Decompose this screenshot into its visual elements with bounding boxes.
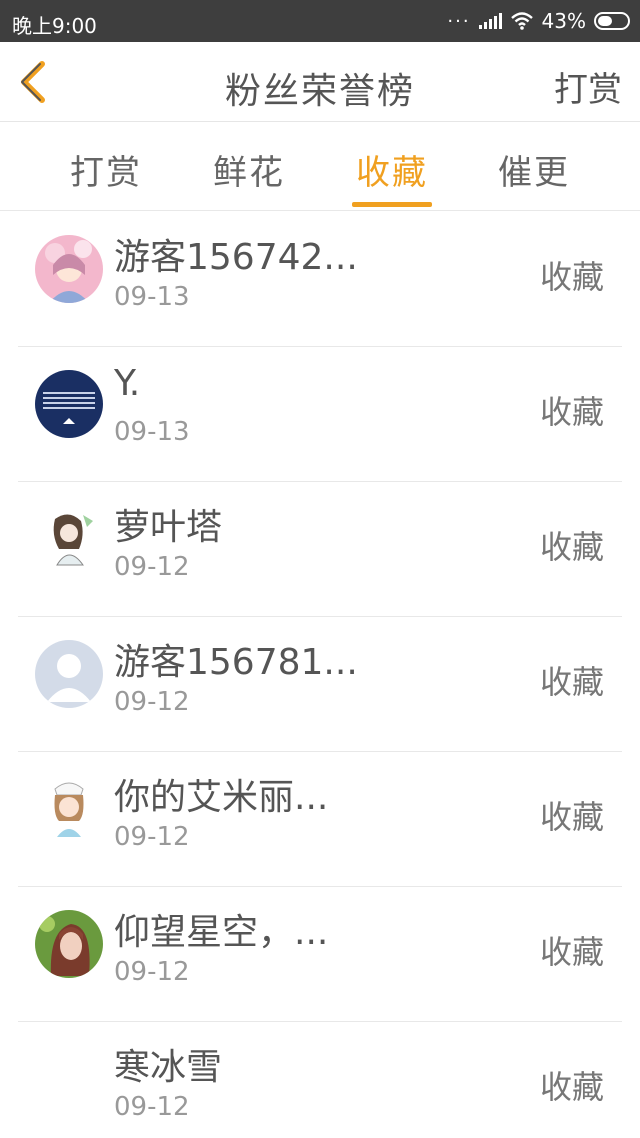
avatar: [35, 505, 103, 573]
battery-percent: 43%: [541, 9, 586, 33]
fan-date: 09-13: [114, 417, 190, 447]
row-action-label: 收藏: [539, 393, 604, 431]
fan-name: 仰望星空，...: [114, 912, 329, 953]
avatar: [35, 910, 103, 978]
avatar: [35, 370, 103, 438]
more-dots-icon: ···: [447, 10, 471, 32]
fan-list: 游客156742... 09-13 收藏 Y. 09-13 收藏 萝叶塔 09-…: [18, 212, 622, 1138]
avatar: [35, 640, 103, 708]
header: 粉丝荣誉榜 打赏: [0, 42, 640, 122]
fan-name: 游客156781...: [114, 642, 358, 683]
active-tab-indicator: [352, 202, 432, 207]
list-item[interactable]: 萝叶塔 09-12 收藏: [18, 482, 622, 617]
row-action-label: 收藏: [539, 798, 604, 836]
reward-button[interactable]: 打赏: [554, 62, 622, 111]
fan-name: Y.: [114, 363, 141, 404]
fan-date: 09-12: [114, 687, 190, 717]
row-action-label: 收藏: [539, 933, 604, 971]
tab-bar: 打赏 鲜花 收藏 催更: [0, 123, 640, 211]
avatar: [35, 775, 103, 843]
avatar: [35, 235, 103, 303]
list-item[interactable]: 游客156781... 09-12 收藏: [18, 617, 622, 752]
fan-date: 09-13: [114, 282, 190, 312]
fan-name: 寒冰雪: [114, 1047, 223, 1088]
fan-date: 09-12: [114, 957, 190, 987]
tab-urge-update[interactable]: 催更: [474, 145, 594, 194]
fan-name: 你的艾米丽...: [114, 777, 329, 818]
row-action-label: 收藏: [539, 528, 604, 566]
list-item[interactable]: 寒冰雪 09-12 收藏: [18, 1022, 622, 1138]
cell-signal-icon: [478, 13, 502, 29]
status-time: 晚上9:00: [12, 14, 97, 38]
list-item[interactable]: Y. 09-13 收藏: [18, 347, 622, 482]
tab-flowers[interactable]: 鲜花: [189, 145, 309, 194]
fan-name: 萝叶塔: [114, 507, 223, 548]
list-item[interactable]: 仰望星空，... 09-12 收藏: [18, 887, 622, 1022]
wifi-icon: [510, 12, 533, 30]
fan-date: 09-12: [114, 552, 190, 582]
status-bar: 晚上9:00 ··· 43%: [0, 0, 640, 42]
row-action-label: 收藏: [539, 663, 604, 701]
list-item[interactable]: 游客156742... 09-13 收藏: [18, 212, 622, 347]
tab-reward[interactable]: 打赏: [46, 145, 166, 194]
status-icons: ··· 43%: [447, 8, 630, 34]
row-action-label: 收藏: [539, 258, 604, 296]
row-action-label: 收藏: [539, 1068, 604, 1106]
page-title: 粉丝荣誉榜: [224, 71, 415, 112]
fan-date: 09-12: [114, 1092, 190, 1122]
battery-icon: [594, 12, 630, 30]
tab-favorites[interactable]: 收藏: [332, 145, 452, 194]
fan-date: 09-12: [114, 822, 190, 852]
fan-name: 游客156742...: [114, 237, 358, 278]
list-item[interactable]: 你的艾米丽... 09-12 收藏: [18, 752, 622, 887]
